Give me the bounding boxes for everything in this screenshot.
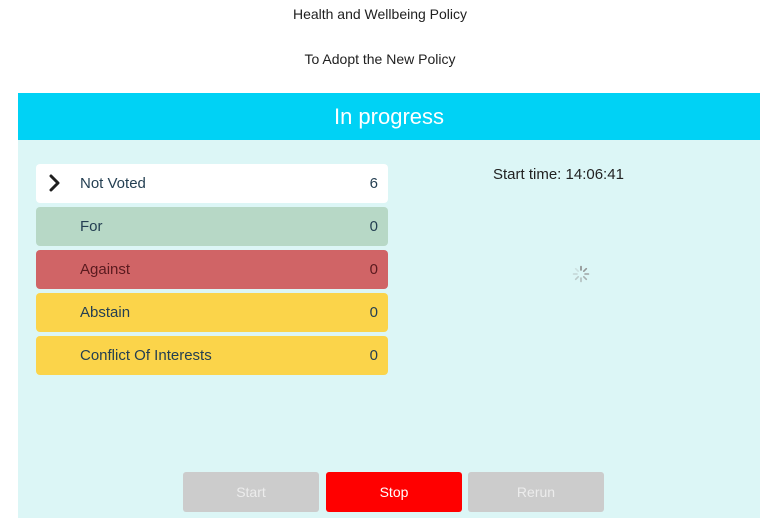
tally-label: Against <box>80 261 131 278</box>
tally-row-against[interactable]: Against 0 <box>36 250 388 289</box>
tally-label: For <box>80 218 103 235</box>
tally-count: 0 <box>369 304 378 321</box>
tally-row-conflict-of-interests[interactable]: Conflict Of Interests 0 <box>36 336 388 375</box>
status-bar: In progress <box>18 93 760 140</box>
tally-count: 0 <box>369 218 378 235</box>
tally-count: 6 <box>369 175 378 192</box>
tally-label: Not Voted <box>80 175 146 192</box>
rerun-button[interactable]: Rerun <box>468 472 604 512</box>
tally-row-not-voted[interactable]: Not Voted 6 <box>36 164 388 203</box>
tally-row-for[interactable]: For 0 <box>36 207 388 246</box>
tally-label: Conflict Of Interests <box>80 347 212 364</box>
tally-count: 0 <box>369 261 378 278</box>
chevron-right-icon <box>49 174 60 192</box>
start-button[interactable]: Start <box>183 472 319 512</box>
status-label: In progress <box>333 103 445 129</box>
vote-tally-list: Not Voted 6 For 0 Against 0 Abstain 0 Co… <box>36 164 388 379</box>
loading-spinner-icon <box>572 265 590 283</box>
voting-panel: Not Voted 6 For 0 Against 0 Abstain 0 Co… <box>18 140 760 518</box>
motion-title: To Adopt the New Policy <box>304 51 456 67</box>
tally-row-abstain[interactable]: Abstain 0 <box>36 293 388 332</box>
tally-label: Abstain <box>80 304 131 321</box>
stop-button[interactable]: Stop <box>326 472 462 512</box>
start-time: Start time: 14:06:41 <box>493 166 624 183</box>
policy-title: Health and Wellbeing Policy <box>292 6 468 22</box>
tally-count: 0 <box>369 347 378 364</box>
